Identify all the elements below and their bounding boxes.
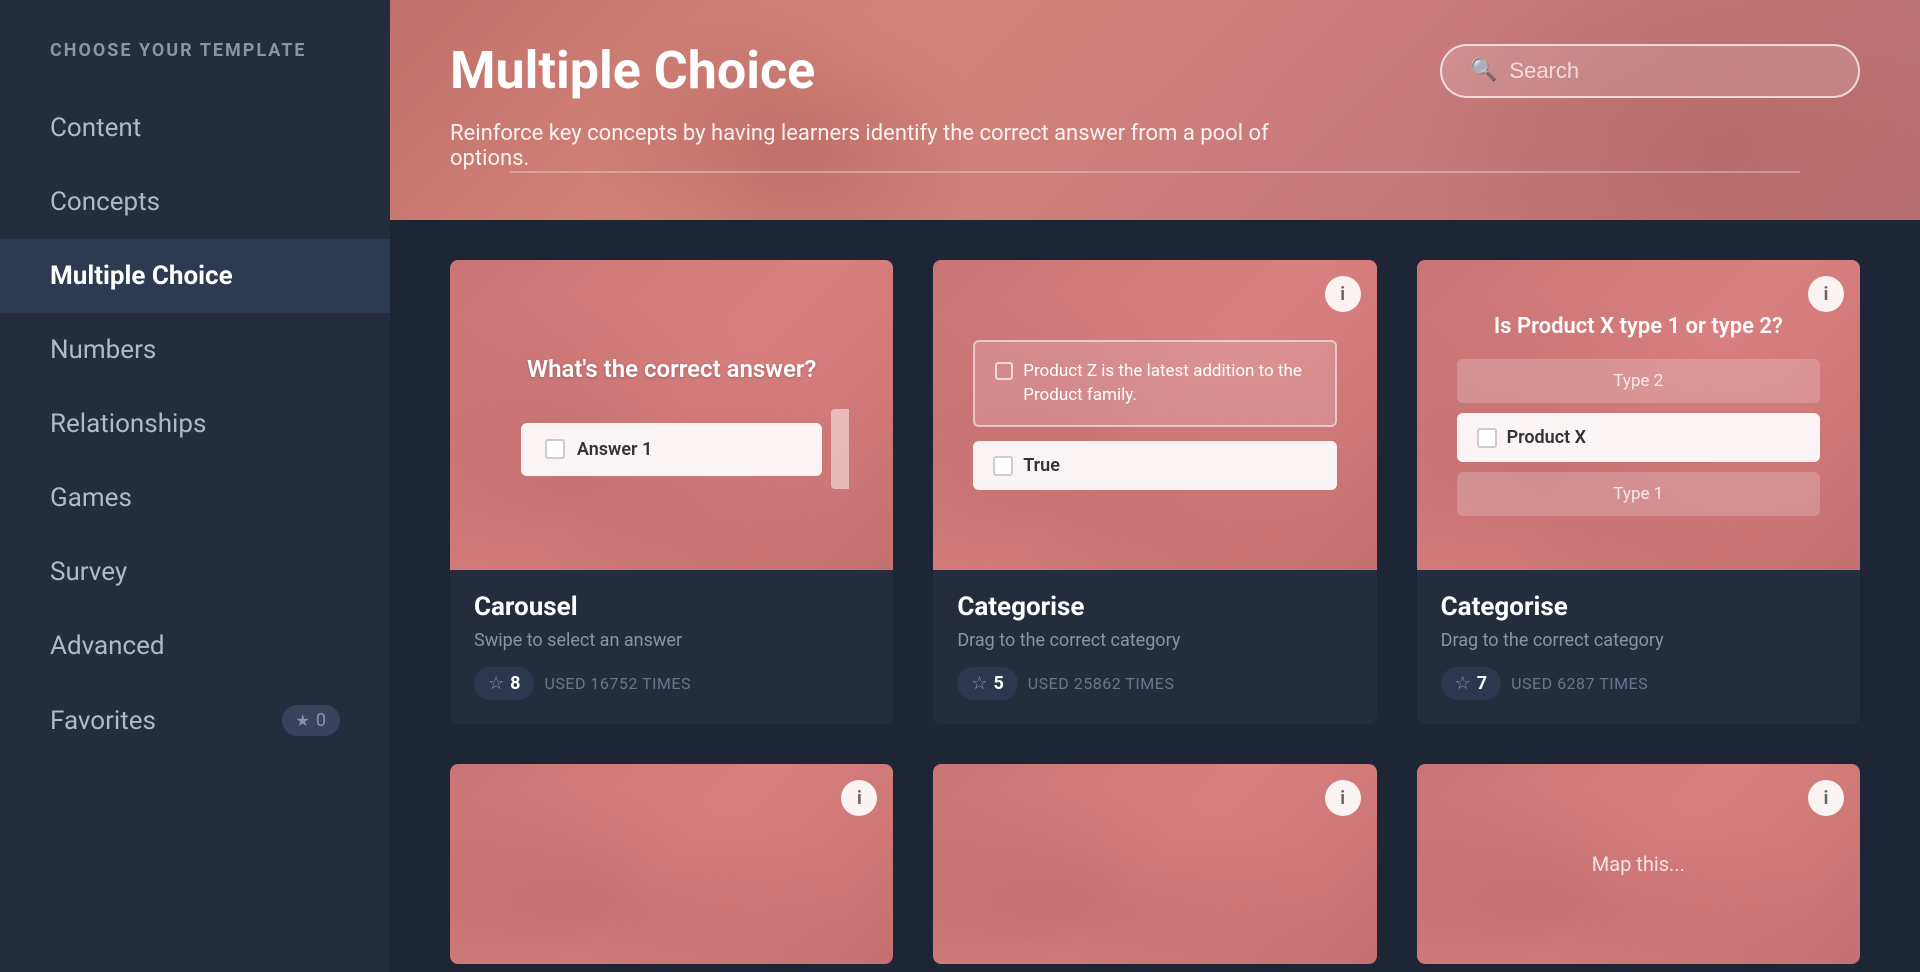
categorise-checkbox xyxy=(993,456,1013,476)
info-button-1[interactable]: i xyxy=(1325,276,1361,312)
rating-num-cat2: 7 xyxy=(1477,673,1487,694)
card-body-carousel: Carousel Swipe to select an answer ☆ 8 U… xyxy=(450,570,893,724)
info-button-3[interactable]: i xyxy=(841,780,877,816)
template-card-bottom-1[interactable]: i xyxy=(450,764,893,964)
carousel-side-bar xyxy=(831,409,849,489)
card-body-categorise-2: Categorise Drag to the correct category … xyxy=(1417,570,1860,724)
cat2-question: Is Product X type 1 or type 2? xyxy=(1457,314,1821,339)
star-icon-2: ☆ xyxy=(971,673,987,694)
categorise-answer: True xyxy=(973,441,1337,490)
bottom-card-3-text: Map this... xyxy=(1592,852,1685,876)
answer-checkbox xyxy=(545,439,565,459)
star-filled-icon: ★ xyxy=(296,711,310,730)
card-preview-categorise-2: i Is Product X type 1 or type 2? Type 2 … xyxy=(1417,260,1860,570)
template-card-categorise-2[interactable]: i Is Product X type 1 or type 2? Type 2 … xyxy=(1417,260,1860,724)
header-divider xyxy=(510,171,1800,173)
cat2-type2: Type 2 xyxy=(1457,359,1821,403)
info-icon-2: i xyxy=(1824,284,1829,305)
carousel-answer-box: Answer 1 xyxy=(521,423,822,476)
star-rating-carousel: ☆ 8 xyxy=(474,667,534,700)
template-card-bottom-3[interactable]: i Map this... xyxy=(1417,764,1860,964)
card-meta-categorise-2: ☆ 7 USED 6287 TIMES xyxy=(1441,667,1836,700)
page-title: Multiple Choice xyxy=(450,40,815,101)
search-input[interactable] xyxy=(1509,58,1830,84)
favorites-badge: ★ 0 xyxy=(282,705,340,736)
star-icon-3: ☆ xyxy=(1455,673,1471,694)
star-rating-categorise-1: ☆ 5 xyxy=(957,667,1017,700)
sidebar-item-favorites[interactable]: Favorites ★ 0 xyxy=(0,683,390,758)
card-title-carousel: Carousel xyxy=(474,592,869,622)
info-icon-5: i xyxy=(1824,788,1829,809)
info-icon-1: i xyxy=(1340,284,1345,305)
info-icon-3: i xyxy=(857,788,862,809)
template-grid: What's the correct answer? Answer 1 Caro… xyxy=(450,260,1860,964)
card-meta-carousel: ☆ 8 USED 16752 TIMES xyxy=(474,667,869,700)
main-header: Multiple Choice 🔍 Reinforce key concepts… xyxy=(390,0,1920,220)
card-preview-bottom-2: i xyxy=(933,764,1376,964)
sidebar: CHOOSE YOUR TEMPLATE Content Concepts Mu… xyxy=(0,0,390,972)
sidebar-item-numbers[interactable]: Numbers xyxy=(0,313,390,387)
categorise-preview-1: Product Z is the latest addition to the … xyxy=(973,340,1337,491)
cat2-checkbox xyxy=(1477,428,1497,448)
sidebar-item-multiple-choice[interactable]: Multiple Choice xyxy=(0,239,390,313)
template-card-carousel[interactable]: What's the correct answer? Answer 1 Caro… xyxy=(450,260,893,724)
card-desc-carousel: Swipe to select an answer xyxy=(474,630,869,651)
info-icon-4: i xyxy=(1340,788,1345,809)
card-preview-categorise-1: i Product Z is the latest addition to th… xyxy=(933,260,1376,570)
sidebar-item-advanced[interactable]: Advanced xyxy=(0,609,390,683)
rating-num-carousel: 8 xyxy=(510,673,520,694)
header-top-row: Multiple Choice 🔍 xyxy=(450,40,1860,101)
sidebar-header: CHOOSE YOUR TEMPLATE xyxy=(0,40,390,91)
sidebar-item-survey[interactable]: Survey xyxy=(0,535,390,609)
carousel-preview-content: What's the correct answer? Answer 1 xyxy=(494,355,849,476)
sidebar-item-content[interactable]: Content xyxy=(0,91,390,165)
template-card-categorise-1[interactable]: i Product Z is the latest addition to th… xyxy=(933,260,1376,724)
used-text-carousel: USED 16752 TIMES xyxy=(544,674,691,693)
cat2-preview: Is Product X type 1 or type 2? Type 2 Pr… xyxy=(1457,314,1821,516)
main-content: Multiple Choice 🔍 Reinforce key concepts… xyxy=(390,0,1920,972)
template-card-bottom-2[interactable]: i xyxy=(933,764,1376,964)
sidebar-item-relationships[interactable]: Relationships xyxy=(0,387,390,461)
star-rating-categorise-2: ☆ 7 xyxy=(1441,667,1501,700)
cat2-answer-text: Product X xyxy=(1507,427,1586,448)
statement-checkbox xyxy=(995,362,1013,380)
cat2-type1: Type 1 xyxy=(1457,472,1821,516)
statement-row: Product Z is the latest addition to the … xyxy=(995,360,1315,408)
answer-text: Answer 1 xyxy=(577,439,652,460)
star-icon: ☆ xyxy=(488,673,504,694)
search-box[interactable]: 🔍 xyxy=(1440,44,1860,98)
info-button-2[interactable]: i xyxy=(1808,276,1844,312)
carousel-question: What's the correct answer? xyxy=(494,355,849,383)
used-text-cat1: USED 25862 TIMES xyxy=(1028,674,1175,693)
card-title-categorise-2: Categorise xyxy=(1441,592,1836,622)
true-text: True xyxy=(1023,455,1060,476)
sidebar-item-games[interactable]: Games xyxy=(0,461,390,535)
sidebar-item-concepts[interactable]: Concepts xyxy=(0,165,390,239)
rating-num-cat1: 5 xyxy=(993,673,1003,694)
main-subtitle: Reinforce key concepts by having learner… xyxy=(450,121,1350,171)
card-preview-bottom-3: i Map this... xyxy=(1417,764,1860,964)
template-grid-container: What's the correct answer? Answer 1 Caro… xyxy=(390,220,1920,972)
card-body-categorise-1: Categorise Drag to the correct category … xyxy=(933,570,1376,724)
card-meta-categorise-1: ☆ 5 USED 25862 TIMES xyxy=(957,667,1352,700)
used-text-cat2: USED 6287 TIMES xyxy=(1511,674,1648,693)
cat2-answer: Product X xyxy=(1457,413,1821,462)
statement-text: Product Z is the latest addition to the … xyxy=(1023,360,1315,408)
info-button-4[interactable]: i xyxy=(1325,780,1361,816)
card-desc-categorise-2: Drag to the correct category xyxy=(1441,630,1836,651)
card-preview-carousel: What's the correct answer? Answer 1 xyxy=(450,260,893,570)
search-icon: 🔍 xyxy=(1470,58,1497,83)
card-title-categorise-1: Categorise xyxy=(957,592,1352,622)
card-desc-categorise-1: Drag to the correct category xyxy=(957,630,1352,651)
card-preview-bottom-1: i xyxy=(450,764,893,964)
